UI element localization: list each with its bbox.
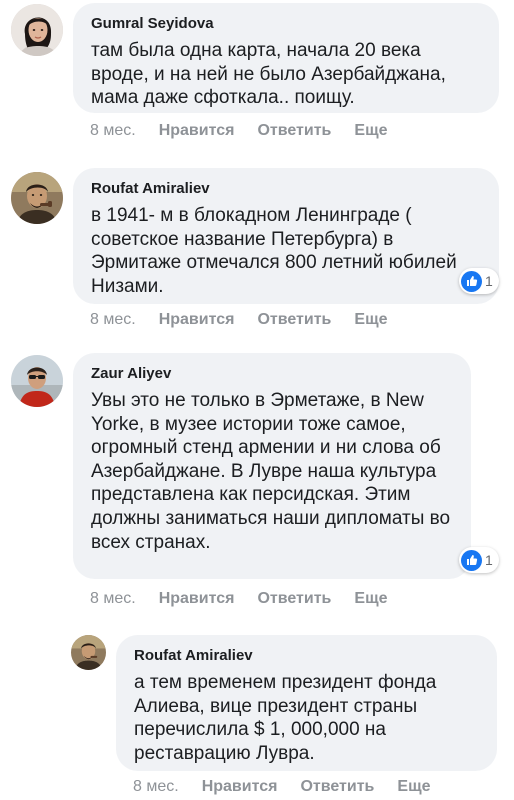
reaction-count: 1 [485,273,493,289]
reply-comment: Roufat Amiraliev а тем временем президен… [0,630,514,800]
like-link[interactable]: Нравится [202,778,278,796]
like-reaction-icon [461,549,482,571]
comment-actions: 8 мес. Нравится Ответить Еще [90,589,387,609]
reply-link[interactable]: Ответить [257,122,331,140]
comment-timestamp[interactable]: 8 мес. [90,122,136,140]
comment-actions: 8 мес. Нравится Ответить Еще [90,121,387,141]
more-link[interactable]: Еще [354,311,387,329]
comment-author[interactable]: Roufat Amiraliev [91,179,481,199]
comment-timestamp[interactable]: 8 мес. [90,311,136,329]
comment-text: Увы это не только в Эрметаже, в New York… [91,390,451,553]
more-link[interactable]: Еще [397,778,430,796]
comment-timestamp[interactable]: 8 мес. [133,778,179,796]
comment: Zaur Aliyev Увы это не только в Эрметаже… [0,345,514,615]
comment: Roufat Amiraliev в 1941- м в блокадном Л… [0,160,514,340]
reaction-count: 1 [485,552,493,568]
comment-actions: 8 мес. Нравится Ответить Еще [90,310,387,330]
comment-author[interactable]: Roufat Amiraliev [134,646,479,666]
reply-link[interactable]: Ответить [257,311,331,329]
more-link[interactable]: Еще [354,590,387,608]
avatar[interactable] [71,635,106,670]
comment-text: а тем временем президент фонда Алиева, в… [134,672,437,764]
reaction-badge[interactable]: 1 [459,547,499,573]
like-link[interactable]: Нравится [159,311,235,329]
like-reaction-icon [461,270,482,292]
comment-bubble: Roufat Amiraliev в 1941- м в блокадном Л… [73,168,499,304]
comment-bubble: Roufat Amiraliev а тем временем президен… [116,635,497,771]
like-link[interactable]: Нравится [159,590,235,608]
comment-author[interactable]: Zaur Aliyev [91,364,453,384]
more-link[interactable]: Еще [354,122,387,140]
comment-text: в 1941- м в блокадном Ленинграде ( совет… [91,205,457,297]
reply-link[interactable]: Ответить [257,590,331,608]
comment-text: там была одна карта, начала 20 века врод… [91,40,446,109]
avatar[interactable] [11,355,63,407]
comment-bubble: Gumral Seyidova там была одна карта, нач… [73,3,499,113]
comment-timestamp[interactable]: 8 мес. [90,590,136,608]
reaction-badge[interactable]: 1 [459,268,499,294]
like-link[interactable]: Нравится [159,122,235,140]
reply-link[interactable]: Ответить [300,778,374,796]
comment-author[interactable]: Gumral Seyidova [91,14,481,34]
comment-actions: 8 мес. Нравится Ответить Еще [133,777,430,797]
comment: Gumral Seyidova там была одна карта, нач… [0,0,514,150]
avatar[interactable] [11,172,63,224]
comment-bubble: Zaur Aliyev Увы это не только в Эрметаже… [73,353,471,579]
avatar[interactable] [11,4,63,56]
